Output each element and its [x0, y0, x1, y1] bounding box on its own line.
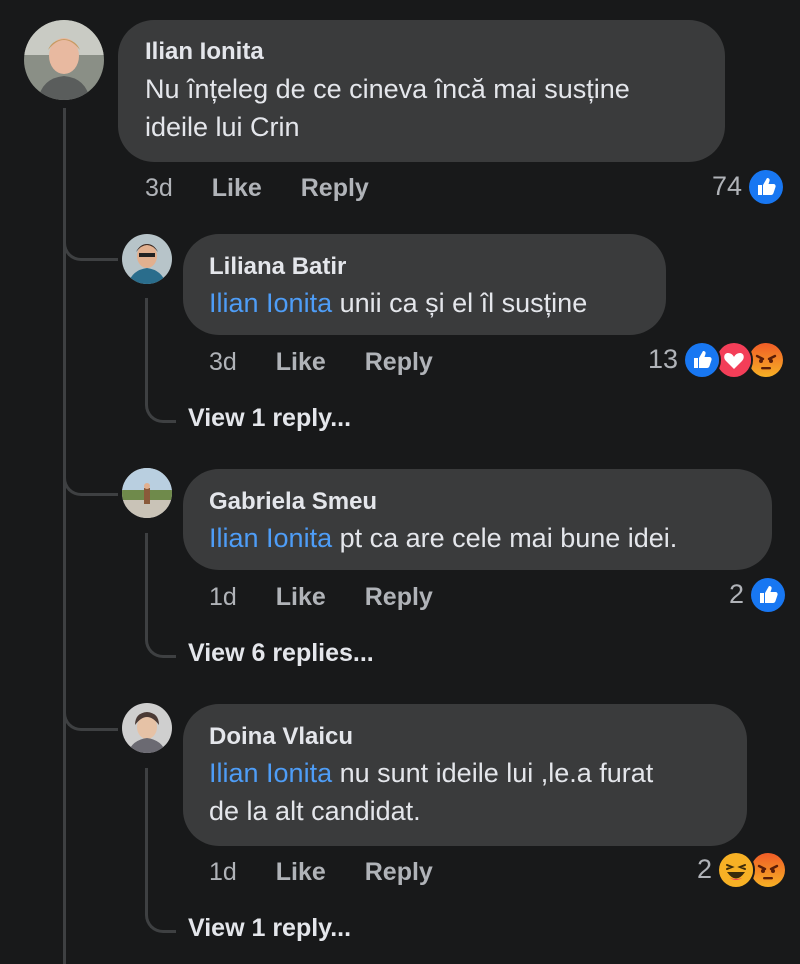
- profile-photo-icon: [24, 20, 104, 100]
- like-reaction-icon: [749, 576, 787, 614]
- reaction-icons[interactable]: [717, 851, 789, 889]
- profile-photo-icon: [122, 468, 172, 518]
- comment-text: Ilian Ionita unii ca și el îl susține: [209, 284, 587, 322]
- comment-author[interactable]: Ilian Ionita: [145, 38, 264, 66]
- comment-author[interactable]: Liliana Batir: [209, 253, 346, 281]
- view-replies-link[interactable]: View 6 replies...: [188, 639, 374, 668]
- comment-actions: 3d Like Reply: [209, 348, 433, 377]
- reaction-count[interactable]: 13: [630, 344, 678, 375]
- comment-text-line: de la alt candidat.: [209, 796, 421, 826]
- comment-actions: 1d Like Reply: [209, 858, 433, 887]
- comment-text: Ilian Ionita pt ca are cele mai bune ide…: [209, 519, 677, 557]
- sub-reply-connector: [145, 533, 176, 658]
- like-button[interactable]: Like: [276, 583, 326, 611]
- profile-photo-icon: [122, 703, 172, 753]
- mention-link[interactable]: Ilian Ionita: [209, 288, 332, 318]
- like-button[interactable]: Like: [212, 174, 262, 202]
- comment-actions: 1d Like Reply: [209, 583, 433, 612]
- reply-connector: [63, 445, 118, 496]
- avatar-ilian-ionita[interactable]: [24, 20, 104, 100]
- comment-time[interactable]: 1d: [209, 583, 237, 611]
- mention-link[interactable]: Ilian Ionita: [209, 523, 332, 553]
- comment-author[interactable]: Doina Vlaicu: [209, 723, 353, 751]
- avatar-gabriela-smeu[interactable]: [122, 468, 172, 518]
- reply-button[interactable]: Reply: [301, 174, 369, 202]
- avatar-liliana-batir[interactable]: [122, 234, 172, 284]
- comment-text-line: Nu înțeleg de ce cineva încă mai susține: [145, 74, 630, 104]
- comment-text-content: nu sunt ideile lui ,le.a furat: [332, 758, 654, 788]
- comment-time[interactable]: 3d: [145, 174, 173, 202]
- like-button[interactable]: Like: [276, 348, 326, 376]
- reaction-count[interactable]: 2: [700, 579, 744, 610]
- sub-reply-connector: [145, 298, 176, 423]
- reaction-icons[interactable]: [749, 576, 789, 614]
- comment-text: Ilian Ionita nu sunt ideile lui ,le.a fu…: [209, 754, 653, 830]
- reaction-icons[interactable]: [683, 341, 789, 379]
- avatar-doina-vlaicu[interactable]: [122, 703, 172, 753]
- reply-connector: [63, 680, 118, 731]
- profile-photo-icon: [122, 234, 172, 284]
- haha-reaction-icon: [717, 851, 755, 889]
- reply-connector: [63, 210, 118, 261]
- like-reaction-icon: [683, 341, 721, 379]
- reaction-icons[interactable]: [747, 168, 787, 206]
- comment-text-line: ideile lui Crin: [145, 112, 300, 142]
- view-replies-link[interactable]: View 1 reply...: [188, 914, 351, 943]
- mention-link[interactable]: Ilian Ionita: [209, 758, 332, 788]
- sub-reply-connector: [145, 768, 176, 933]
- like-reaction-icon: [747, 168, 785, 206]
- comment-text-content: unii ca și el îl susține: [332, 288, 588, 318]
- comment-time[interactable]: 3d: [209, 348, 237, 376]
- reply-button[interactable]: Reply: [365, 348, 433, 376]
- comment-actions: 3d Like Reply: [145, 174, 369, 203]
- comment-text-content: pt ca are cele mai bune idei.: [332, 523, 678, 553]
- like-button[interactable]: Like: [276, 858, 326, 886]
- comment-text: Nu înțeleg de ce cineva încă mai susține…: [145, 70, 630, 146]
- reaction-count[interactable]: 74: [690, 171, 742, 202]
- reaction-count[interactable]: 2: [668, 854, 712, 885]
- reply-button[interactable]: Reply: [365, 583, 433, 611]
- view-replies-link[interactable]: View 1 reply...: [188, 404, 351, 433]
- reply-button[interactable]: Reply: [365, 858, 433, 886]
- comment-author[interactable]: Gabriela Smeu: [209, 488, 377, 516]
- comment-time[interactable]: 1d: [209, 858, 237, 886]
